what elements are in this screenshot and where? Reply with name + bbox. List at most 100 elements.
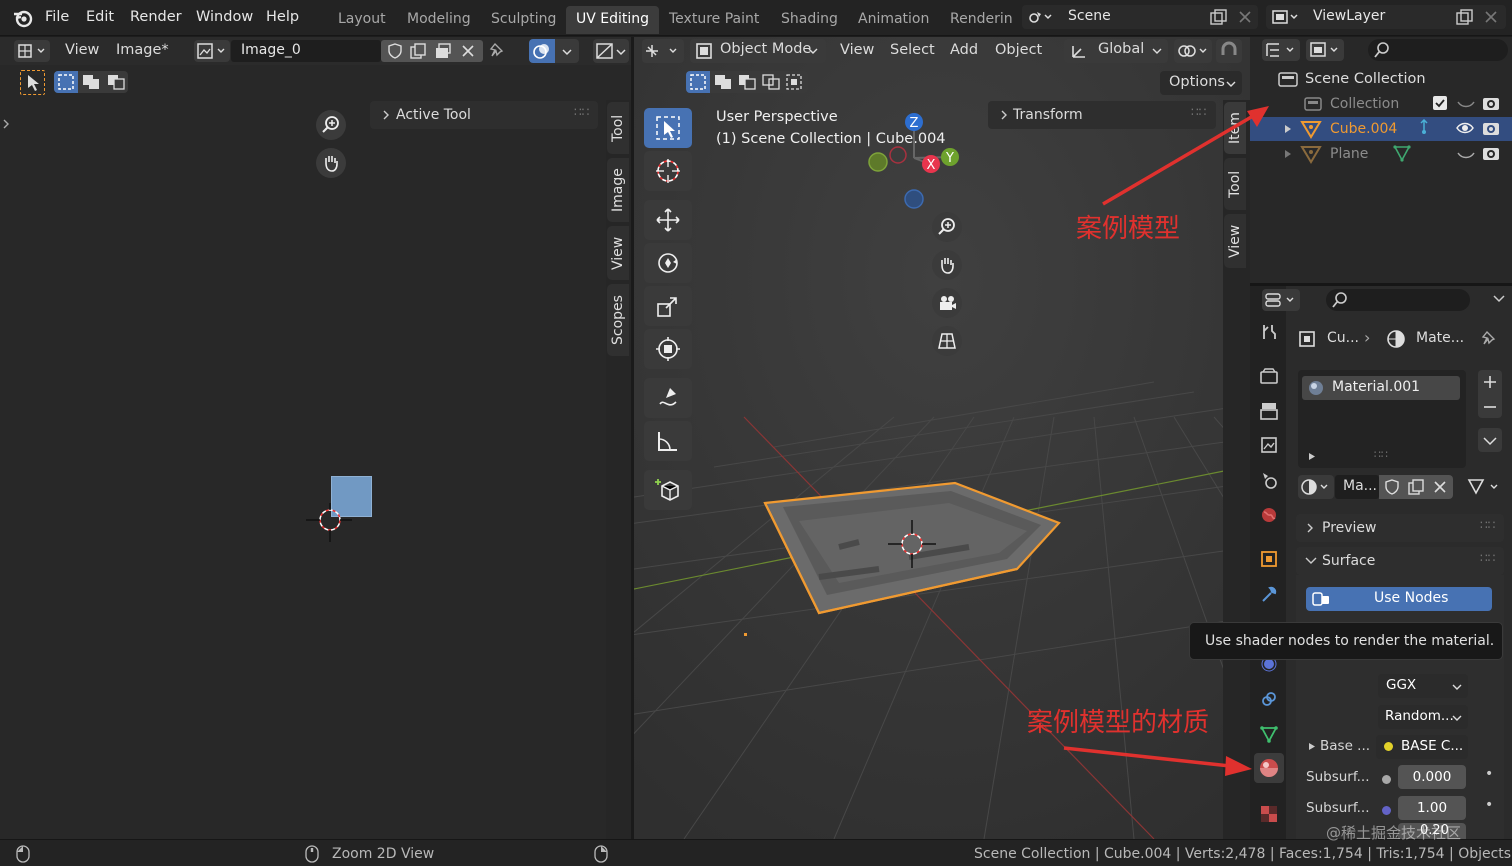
tool-rotate[interactable]: [644, 243, 692, 283]
display-channels-button[interactable]: [593, 39, 629, 63]
expand-arrow-icon[interactable]: [1308, 452, 1316, 461]
material-slot-list[interactable]: Material.001 ∷∷: [1298, 370, 1466, 468]
cube-render-icon[interactable]: [1482, 120, 1500, 136]
collection-checkbox[interactable]: [1433, 96, 1447, 110]
viewport-select-extend-icon[interactable]: [711, 71, 735, 93]
menu-file[interactable]: File: [45, 9, 69, 25]
preview-panel[interactable]: Preview ∷∷: [1296, 514, 1504, 542]
add-slot-icon[interactable]: [1483, 375, 1497, 389]
close-scene-icon[interactable]: [1238, 10, 1252, 24]
distribution-dropdown[interactable]: GGX: [1378, 674, 1468, 698]
select-subtract-icon[interactable]: [104, 71, 128, 93]
editor-type-button[interactable]: [14, 40, 50, 62]
tab-rendering[interactable]: Renderin: [950, 11, 1012, 27]
plane-mesh-data-icon[interactable]: [1393, 144, 1411, 162]
surface-panel[interactable]: Surface ∷∷: [1296, 547, 1504, 575]
material-name-field[interactable]: Ma...: [1335, 475, 1379, 499]
uv-tab-image[interactable]: Image: [607, 158, 629, 222]
link-data-dropdown[interactable]: [1464, 475, 1504, 499]
close-view-layer-icon[interactable]: [1484, 10, 1498, 24]
fake-user-shield-icon[interactable]: [1384, 479, 1400, 495]
object-tab-icon[interactable]: [1258, 548, 1280, 570]
plane-label[interactable]: Plane: [1330, 146, 1368, 162]
view-layer-tab-icon[interactable]: [1258, 434, 1280, 456]
camera-view-icon[interactable]: [932, 288, 962, 318]
expand-arrow-icon[interactable]: [1284, 124, 1292, 134]
output-tab-icon[interactable]: [1258, 400, 1280, 422]
texture-tab-icon[interactable]: [1258, 803, 1280, 825]
slot-specials-button[interactable]: [1478, 428, 1502, 452]
menu-render[interactable]: Render: [130, 9, 182, 25]
uv-tab-tool[interactable]: Tool: [607, 102, 629, 154]
overlay-dropdown[interactable]: [555, 39, 579, 63]
drag-handle-icon[interactable]: ∷∷: [574, 105, 589, 119]
breadcrumb-material[interactable]: Mate...: [1416, 330, 1464, 346]
snap-toggle-icon[interactable]: [1216, 39, 1242, 63]
tab-layout[interactable]: Layout: [338, 11, 386, 27]
viewport-tab-view[interactable]: View: [1224, 214, 1246, 268]
tool-transform[interactable]: [644, 329, 692, 369]
options-dropdown[interactable]: Options: [1160, 71, 1242, 95]
blender-logo-icon[interactable]: [12, 8, 34, 28]
viewport-menu-view[interactable]: View: [840, 42, 874, 58]
view-layer-selector[interactable]: ViewLayer: [1266, 5, 1506, 29]
collection-label[interactable]: Collection: [1330, 96, 1399, 112]
properties-editor-type[interactable]: [1262, 289, 1300, 311]
uv-editor[interactable]: [0, 37, 631, 839]
viewport-menu-object[interactable]: Object: [995, 42, 1042, 58]
active-tool-panel[interactable]: Active Tool ∷∷: [370, 101, 598, 129]
cube-004-label[interactable]: Cube.004: [1330, 121, 1397, 137]
keyframe-dot-icon[interactable]: •: [1485, 766, 1493, 782]
list-resize-handle-icon[interactable]: ∷∷: [1374, 448, 1388, 461]
uv-zoom-icon[interactable]: [316, 110, 346, 140]
unlink-material-icon[interactable]: [1433, 480, 1447, 494]
menu-help[interactable]: Help: [266, 9, 299, 25]
subsurface-method-dropdown[interactable]: Random...: [1378, 705, 1468, 729]
drag-handle-icon[interactable]: ∷∷: [1480, 518, 1495, 532]
breadcrumb-object[interactable]: Cu...: [1327, 330, 1359, 346]
properties-options-chevron-icon[interactable]: [1492, 294, 1506, 304]
modifier-icon[interactable]: [1418, 119, 1430, 135]
toolbar-expand-icon[interactable]: [2, 118, 10, 130]
drag-handle-icon[interactable]: ∷∷: [1480, 551, 1495, 565]
plane-render-icon[interactable]: [1482, 145, 1500, 161]
tab-shading[interactable]: Shading: [781, 11, 838, 27]
browse-material-button[interactable]: [1298, 475, 1334, 499]
cube-visibility-eye-icon[interactable]: [1456, 121, 1474, 135]
select-new-icon[interactable]: [54, 71, 78, 93]
viewport-menu-add[interactable]: Add: [950, 42, 978, 58]
expand-arrow-icon[interactable]: [1308, 742, 1316, 751]
unlink-image-icon[interactable]: [461, 44, 475, 58]
menu-edit[interactable]: Edit: [86, 9, 114, 25]
pivot-point-dropdown[interactable]: [1174, 39, 1212, 63]
tool-cursor[interactable]: [644, 151, 692, 191]
viewport-select-invert-icon[interactable]: [759, 71, 783, 93]
material-slot-row[interactable]: Material.001: [1302, 376, 1460, 400]
world-tab-icon[interactable]: [1258, 504, 1280, 526]
outliner-search-input[interactable]: [1368, 39, 1508, 61]
keyframe-dot-icon[interactable]: •: [1485, 797, 1493, 813]
viewport-editor-type-button[interactable]: [642, 39, 684, 63]
plane-visibility-icon[interactable]: [1457, 147, 1475, 161]
tool-add-cube[interactable]: [644, 470, 692, 510]
tool-move[interactable]: [644, 200, 692, 240]
properties-search-input[interactable]: [1326, 289, 1470, 311]
base-color-input[interactable]: BASE C...: [1376, 735, 1468, 759]
scene-collection-label[interactable]: Scene Collection: [1305, 71, 1426, 87]
tab-modeling[interactable]: Modeling: [407, 11, 471, 27]
collection-visibility-icon[interactable]: [1457, 96, 1475, 110]
outliner-editor-type[interactable]: [1262, 39, 1300, 61]
tool-measure[interactable]: [644, 421, 692, 461]
data-tab-icon[interactable]: [1258, 723, 1280, 745]
tool-annotate[interactable]: [644, 378, 692, 418]
pin-icon[interactable]: [489, 42, 507, 60]
uv-pan-hand-icon[interactable]: [316, 148, 346, 178]
tab-animation[interactable]: Animation: [858, 11, 929, 27]
fake-user-shield-icon[interactable]: [387, 43, 403, 59]
use-nodes-button[interactable]: Use Nodes: [1306, 587, 1492, 611]
navigation-gizmo[interactable]: Z Y X: [862, 106, 966, 218]
scene-tab-icon[interactable]: [1258, 469, 1280, 491]
viewport-select-intersect-icon[interactable]: [783, 71, 807, 93]
menu-window[interactable]: Window: [196, 9, 253, 25]
uv-2d-cursor-icon[interactable]: [306, 503, 354, 543]
